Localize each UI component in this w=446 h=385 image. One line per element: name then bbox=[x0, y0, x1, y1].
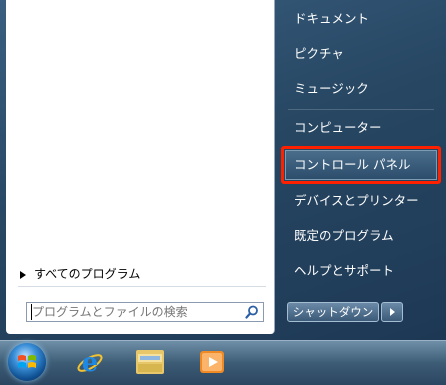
music-link[interactable]: ミュージック bbox=[282, 74, 440, 104]
separator bbox=[288, 109, 434, 110]
devices-and-printers-link[interactable]: デバイスとプリンター bbox=[282, 186, 440, 216]
all-programs-button[interactable]: すべてのプログラム bbox=[20, 265, 140, 282]
pictures-link[interactable]: ピクチャ bbox=[282, 39, 440, 69]
media-player-icon[interactable] bbox=[196, 346, 228, 378]
highlight-annotation bbox=[281, 146, 441, 184]
windows-orb-icon bbox=[18, 355, 36, 368]
computer-link[interactable]: コンピューター bbox=[282, 113, 440, 143]
search-icon[interactable] bbox=[245, 305, 259, 319]
triangle-right-icon bbox=[20, 270, 26, 279]
windows-explorer-icon[interactable] bbox=[134, 346, 166, 378]
documents-link[interactable]: ドキュメント bbox=[282, 4, 440, 34]
shutdown-options-button[interactable] bbox=[381, 302, 403, 322]
search-box[interactable] bbox=[26, 302, 264, 322]
start-button[interactable] bbox=[8, 343, 46, 381]
svg-text:e: e bbox=[82, 348, 99, 378]
all-programs-label: すべてのプログラム bbox=[34, 267, 141, 281]
start-menu-left-pane: すべてのプログラム bbox=[6, 0, 275, 334]
arrow-right-icon bbox=[390, 308, 395, 316]
help-and-support-link[interactable]: ヘルプとサポート bbox=[282, 256, 440, 286]
internet-explorer-icon[interactable]: e bbox=[74, 346, 106, 378]
search-input[interactable] bbox=[31, 304, 240, 320]
shutdown-button[interactable]: シャットダウン bbox=[287, 302, 379, 322]
separator bbox=[18, 286, 266, 287]
default-programs-link[interactable]: 既定のプログラム bbox=[282, 221, 440, 251]
